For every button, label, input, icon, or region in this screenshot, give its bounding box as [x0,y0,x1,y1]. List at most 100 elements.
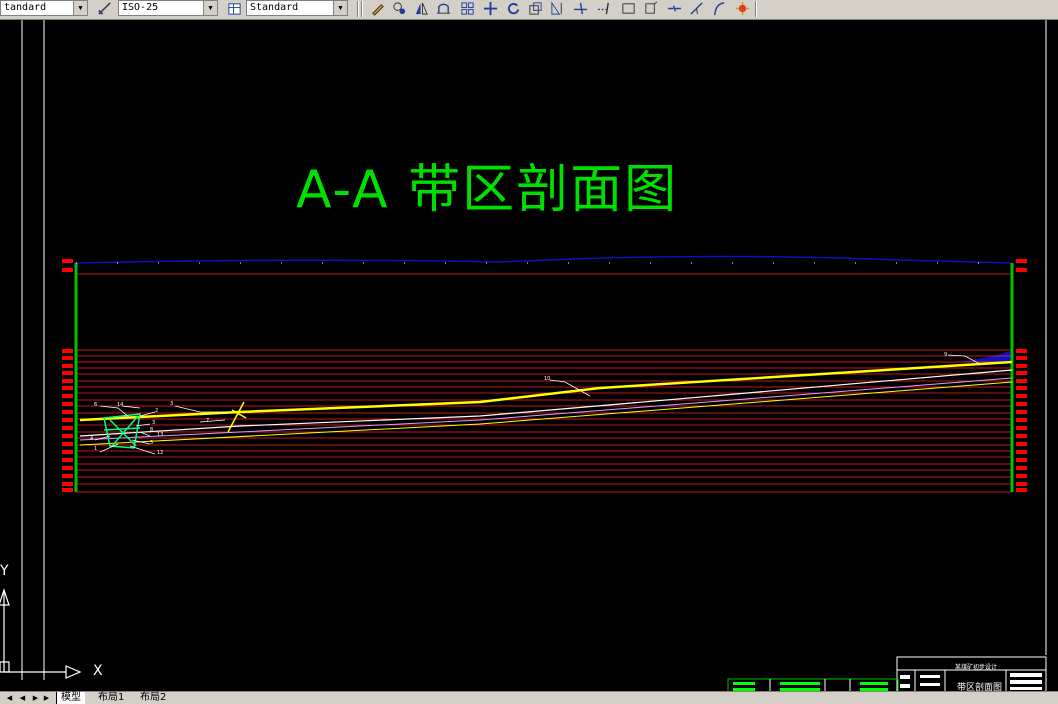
next-tab-icon[interactable]: ▶ [30,693,41,703]
ucs-x-label: X [93,663,103,679]
pencil-icon[interactable] [369,0,385,16]
fillet-icon[interactable] [688,0,704,16]
point-label: 3 [152,420,156,426]
tab-layout1[interactable]: 布局1 [94,692,128,704]
marker-left [62,356,73,360]
marker-left [62,268,73,272]
marker-right [1016,474,1027,478]
table-style-value: Standard [250,2,299,13]
point-label: 6 [94,402,98,408]
dim-style-select[interactable]: ISO-25 ▼ [118,0,218,16]
mirror-icon[interactable] [413,0,429,16]
point-label: 7 [206,418,210,424]
marker-left [62,466,73,470]
marker-right [1016,410,1027,414]
marker-left [62,410,73,414]
explode-icon[interactable] [734,0,750,16]
move-icon[interactable] [482,0,498,16]
ucs-icon [0,588,82,679]
toolbar-separator [755,1,757,17]
last-tab-icon[interactable]: ▶ [41,693,52,703]
marker-right [1016,402,1027,406]
point-label: 10 [544,376,551,382]
marker-left [62,379,73,383]
drawing-canvas[interactable] [0,20,1058,691]
point-label: 4 [90,436,94,442]
marker-left [62,364,73,368]
marker-right [1016,371,1027,375]
break-icon[interactable] [620,0,636,16]
styles-toolbar: tandard ▼ ISO-25 ▼ Standard ▼ [0,0,1058,20]
marker-right [1016,458,1027,462]
chevron-down-icon[interactable]: ▼ [73,1,87,15]
marker-right [1016,488,1027,492]
prev-tab-icon[interactable]: ◀ [17,693,28,703]
dim-style-icon[interactable] [96,0,112,16]
marker-right [1016,259,1027,263]
marker-right [1016,466,1027,470]
marker-left [62,418,73,422]
join-icon[interactable] [643,0,659,16]
tab-model[interactable]: 模型 [56,692,85,704]
terrain-line [74,255,1013,264]
chevron-down-icon[interactable]: ▼ [333,1,347,15]
strata-lines [76,273,1012,493]
point-label: 9 [944,352,948,358]
point-label: 3 [170,401,174,407]
marker-right [1016,426,1027,430]
marker-left [62,371,73,375]
marker-right [1016,356,1027,360]
table-style-select[interactable]: Standard ▼ [246,0,348,16]
chamfer-icon[interactable] [666,0,682,16]
marker-left [62,349,73,353]
marker-left [62,450,73,454]
marker-right [1016,386,1027,390]
rotate-icon[interactable] [505,0,521,16]
scale-icon[interactable] [527,0,543,16]
text-style-value: tandard [4,2,47,13]
marker-right [1016,364,1027,368]
fault-line [227,401,247,433]
title-block-project: 某煤矿初步设计 [955,664,998,671]
table-style-icon[interactable] [226,0,242,16]
marker-right [1016,450,1027,454]
toolbar-separator [357,1,359,17]
point-label: 14 [117,402,124,408]
marker-left [62,442,73,446]
label-leaders [94,354,981,455]
marker-left [62,386,73,390]
extend-icon[interactable] [596,0,612,16]
tab-layout2[interactable]: 布局2 [136,692,170,704]
chevron-down-icon[interactable]: ▼ [203,1,217,15]
trim-icon[interactable] [572,0,588,16]
marker-right [1016,482,1027,486]
point-label: 2 [155,408,159,414]
marker-right [1016,379,1027,383]
drawing-title: A-A 带区剖面图 [296,160,679,220]
marker-right [1016,394,1027,398]
dim-style-value: ISO-25 [122,2,159,13]
array-icon[interactable] [459,0,475,16]
point-label: 13 [157,432,164,438]
text-style-select[interactable]: tandard ▼ [0,0,88,16]
legend-strip [727,678,899,691]
layout-tabs: ◀ ◀ ▶ ▶ 模型 布局1 布局2 [0,691,1058,704]
marker-left [62,402,73,406]
marker-left [62,482,73,486]
hatch-icon[interactable] [391,0,407,16]
marker-left [62,426,73,430]
toolbar-separator [361,1,363,17]
marker-right [1016,434,1027,438]
marker-left [62,259,73,263]
first-tab-icon[interactable]: ◀ [4,693,15,703]
point-label: 12 [157,450,164,456]
marker-right [1016,418,1027,422]
ucs-y-label: Y [0,563,9,579]
arc-icon[interactable] [710,0,726,16]
marker-left [62,458,73,462]
point-label: 1 [94,446,98,452]
point-label: 5 [150,440,154,446]
stretch-icon[interactable] [549,0,565,16]
offset-icon[interactable] [435,0,451,16]
marker-left [62,474,73,478]
